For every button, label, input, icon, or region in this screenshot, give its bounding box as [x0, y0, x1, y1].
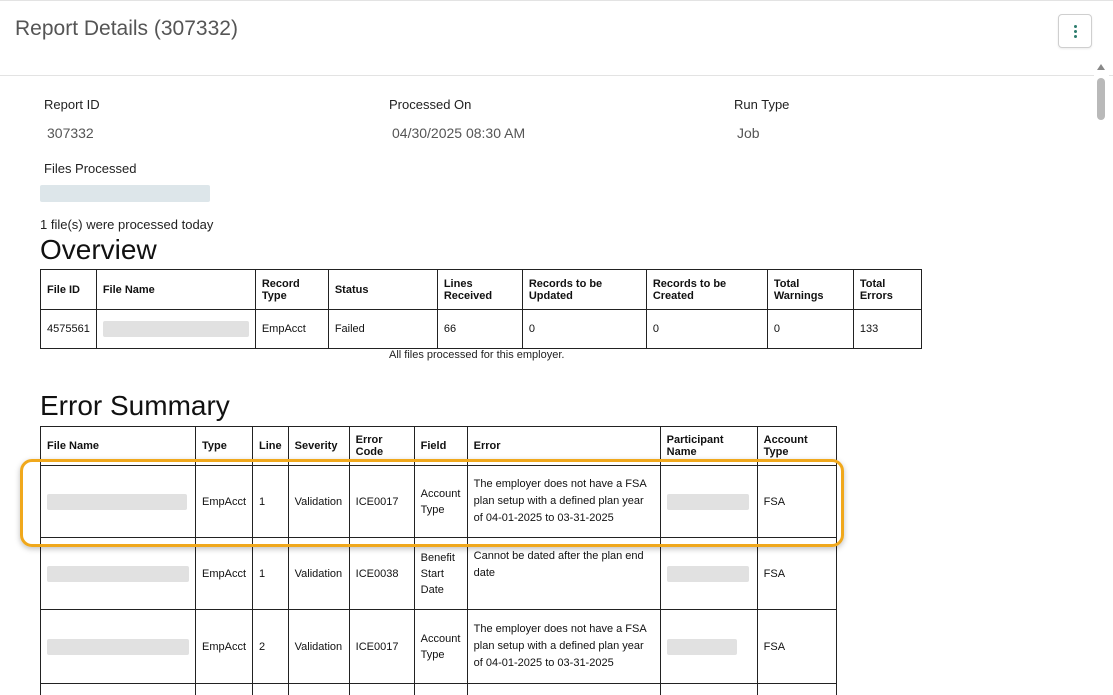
files-processed-label: Files Processed — [44, 161, 137, 176]
redacted-file-name — [47, 638, 189, 655]
scrollbar-thumb[interactable] — [1097, 78, 1105, 120]
status-cell: Failed — [327, 309, 438, 349]
vertical-scrollbar[interactable] — [1094, 60, 1109, 695]
participant-name-cell — [659, 465, 758, 538]
severity-cell: Validation — [287, 537, 350, 610]
column-header: File Name — [40, 426, 196, 466]
column-header: Account Type — [756, 426, 837, 466]
run-type-value: Job — [737, 125, 760, 141]
column-header: Record Type — [254, 269, 329, 310]
redacted-file-name — [47, 493, 187, 510]
processed-on-label: Processed On — [389, 97, 472, 112]
page-header: Report Details (307332) — [0, 0, 1113, 76]
account-type-cell: FSA — [756, 537, 837, 610]
line-cell: 1 — [252, 465, 289, 538]
type-cell: EmpAcct — [194, 465, 254, 538]
table-row — [40, 683, 837, 695]
error-cell: The employer does not have a FSA plan se… — [466, 609, 661, 684]
participant-name-cell — [659, 609, 758, 684]
column-header: Severity — [287, 426, 350, 466]
table-row: EmpAcct 1 Validation ICE0017 Account Typ… — [40, 465, 837, 538]
table-row: EmpAcct 1 Validation ICE0038 Benefit Sta… — [40, 537, 837, 610]
redacted-file-name — [47, 565, 189, 582]
kebab-menu-icon — [1074, 25, 1077, 38]
field-cell: Account Type — [413, 609, 468, 684]
column-header: Records to be Created — [645, 269, 768, 310]
column-header: File ID — [40, 269, 97, 310]
file-name-cell — [40, 537, 196, 610]
column-header: Type — [194, 426, 254, 466]
overview-table: File ID File Name Record Type Status Lin… — [40, 269, 922, 349]
file-name-cell — [95, 309, 256, 349]
line-cell: 1 — [252, 537, 289, 610]
table-row: 4575561 EmpAcct Failed 66 0 0 0 133 — [40, 309, 922, 349]
redacted-participant-name — [666, 493, 749, 510]
table-row: EmpAcct 2 Validation ICE0017 Account Typ… — [40, 609, 837, 684]
column-header: Line — [252, 426, 289, 466]
column-header: Lines Received — [436, 269, 523, 310]
type-cell: EmpAcct — [194, 609, 254, 684]
overview-header-row: File ID File Name Record Type Status Lin… — [40, 269, 922, 310]
error-cell: The employer does not have a FSA plan se… — [466, 465, 661, 538]
error-code-cell: ICE0017 — [348, 609, 415, 684]
column-header: Field — [413, 426, 468, 466]
files-processed-note: 1 file(s) were processed today — [40, 217, 214, 232]
error-code-cell: ICE0017 — [348, 465, 415, 538]
more-options-button[interactable] — [1058, 14, 1092, 48]
column-header: Error Code — [348, 426, 415, 466]
line-cell: 2 — [252, 609, 289, 684]
column-header: Total Warnings — [766, 269, 854, 310]
report-content: Report ID 307332 Processed On 04/30/2025… — [0, 76, 1094, 695]
report-id-value: 307332 — [47, 125, 94, 141]
error-summary-header-row: File Name Type Line Severity Error Code … — [40, 426, 837, 466]
severity-cell: Validation — [287, 609, 350, 684]
error-code-cell: ICE0038 — [348, 537, 415, 610]
record-type-cell: EmpAcct — [254, 309, 329, 349]
run-type-label: Run Type — [734, 97, 790, 112]
file-id-cell: 4575561 — [40, 309, 97, 349]
total-warnings-cell: 0 — [766, 309, 854, 349]
participant-name-cell — [659, 537, 758, 610]
records-created-cell: 0 — [645, 309, 768, 349]
report-id-label: Report ID — [44, 97, 100, 112]
column-header: Status — [327, 269, 438, 310]
records-updated-cell: 0 — [521, 309, 647, 349]
total-errors-cell: 133 — [852, 309, 922, 349]
overview-title: Overview — [40, 234, 157, 265]
file-name-cell — [40, 465, 196, 538]
redacted-file-name — [102, 321, 249, 337]
lines-received-cell: 66 — [436, 309, 523, 349]
error-summary-table: File Name Type Line Severity Error Code … — [40, 426, 837, 695]
redacted-participant-name — [666, 638, 737, 655]
overview-caption: All files processed for this employer. — [389, 349, 565, 361]
page-title: Report Details (307332) — [15, 17, 238, 40]
severity-cell: Validation — [287, 465, 350, 538]
error-summary-title: Error Summary — [40, 390, 230, 421]
scroll-up-arrow-icon[interactable] — [1097, 64, 1105, 70]
redacted-participant-name — [666, 565, 749, 582]
file-name-cell — [40, 609, 196, 684]
column-header: Records to be Updated — [521, 269, 647, 310]
column-header: Participant Name — [659, 426, 758, 466]
type-cell: EmpAcct — [194, 537, 254, 610]
error-cell: Cannot be dated after the plan end date — [466, 537, 661, 610]
processed-on-value: 04/30/2025 08:30 AM — [392, 125, 526, 141]
column-header: File Name — [95, 269, 256, 310]
account-type-cell: FSA — [756, 609, 837, 684]
column-header: Total Errors — [852, 269, 922, 310]
redacted-file-name — [40, 185, 210, 202]
account-type-cell: FSA — [756, 465, 837, 538]
column-header: Error — [466, 426, 661, 466]
field-cell: Benefit Start Date — [413, 537, 468, 610]
field-cell: Account Type — [413, 465, 468, 538]
